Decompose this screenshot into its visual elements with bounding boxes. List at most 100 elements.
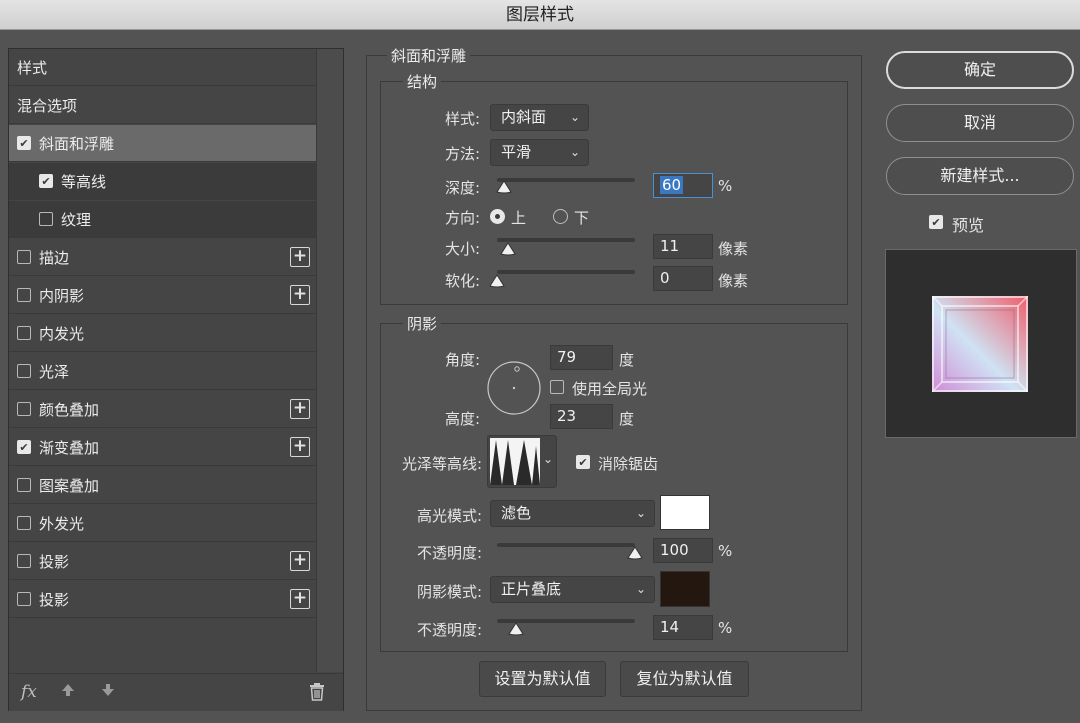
style-list-item[interactable]: 纹理: [9, 201, 316, 238]
soften-label: 软化:: [444, 272, 480, 290]
preview-checkbox[interactable]: ✔: [929, 215, 943, 229]
depth-field[interactable]: 60: [653, 173, 713, 198]
style-list-item[interactable]: 光泽: [9, 353, 316, 390]
cancel-button[interactable]: 取消: [886, 104, 1074, 142]
style-checkbox[interactable]: [17, 288, 31, 302]
direction-down-radio[interactable]: [553, 209, 568, 224]
fx-button[interactable]: fx: [21, 682, 37, 702]
size-label: 大小:: [444, 240, 480, 258]
highlight-mode-select[interactable]: 滤色 ⌄: [490, 500, 655, 527]
soften-slider-track[interactable]: [497, 270, 635, 274]
add-effect-plus-icon[interactable]: +: [290, 589, 310, 609]
style-list-item[interactable]: 图案叠加: [9, 467, 316, 504]
style-list-item[interactable]: 内发光: [9, 315, 316, 352]
make-default-button[interactable]: 设置为默认值: [479, 661, 606, 697]
angle-dial[interactable]: [486, 360, 542, 416]
anti-alias-label: 消除锯齿: [598, 455, 659, 473]
shadow-opacity-field[interactable]: 14: [653, 615, 713, 640]
highlight-opacity-thumb[interactable]: [626, 546, 644, 560]
size-unit: 像素: [718, 240, 749, 258]
global-light-checkbox[interactable]: [550, 380, 564, 394]
chevron-down-icon: ⌄: [569, 110, 580, 124]
style-list-item-label: 投影: [39, 552, 70, 571]
highlight-mode-label: 高光模式:: [416, 507, 482, 525]
highlight-color-swatch[interactable]: [660, 495, 710, 530]
style-checkbox[interactable]: [17, 478, 31, 492]
style-list-item[interactable]: 投影 +: [9, 581, 316, 618]
style-list-scrollbar[interactable]: [316, 49, 343, 672]
shading-title: 阴影: [403, 313, 442, 334]
new-style-button[interactable]: 新建样式...: [886, 157, 1074, 195]
style-checkbox[interactable]: [17, 592, 31, 606]
style-checkbox[interactable]: [17, 402, 31, 416]
depth-slider-track[interactable]: [497, 178, 635, 182]
style-checkbox[interactable]: [17, 250, 31, 264]
ok-button[interactable]: 确定: [886, 51, 1074, 89]
shadow-opacity-value: 14: [660, 618, 680, 636]
soften-slider-thumb[interactable]: [488, 274, 506, 288]
soften-unit: 像素: [718, 272, 749, 290]
style-list-item-label: 等高线: [61, 172, 107, 191]
chevron-down-icon: ⌄: [635, 582, 646, 596]
style-list-item[interactable]: 样式: [9, 49, 316, 86]
style-list-item-label: 投影: [39, 590, 70, 609]
style-list-item[interactable]: ✔ 斜面和浮雕: [9, 125, 316, 162]
altitude-field[interactable]: 23: [550, 404, 613, 429]
arrow-down-icon[interactable]: [100, 682, 116, 703]
shadow-opacity-unit: %: [718, 619, 733, 637]
style-list-item[interactable]: 混合选项: [9, 87, 316, 124]
shadow-color-swatch[interactable]: [660, 571, 710, 607]
size-field[interactable]: 11: [653, 234, 713, 259]
shadow-opacity-thumb[interactable]: [507, 622, 525, 636]
bevel-section-title: 斜面和浮雕: [387, 45, 471, 66]
style-checkbox[interactable]: ✔: [17, 440, 31, 454]
reset-default-button[interactable]: 复位为默认值: [620, 661, 749, 697]
altitude-label: 高度:: [444, 410, 480, 428]
style-list-item[interactable]: ✔ 渐变叠加 +: [9, 429, 316, 466]
style-checkbox[interactable]: ✔: [17, 136, 31, 150]
anti-alias-checkbox[interactable]: ✔: [576, 455, 590, 469]
add-effect-plus-icon[interactable]: +: [290, 437, 310, 457]
arrow-up-icon[interactable]: [60, 682, 76, 703]
highlight-opacity-track[interactable]: [497, 543, 635, 547]
soften-field[interactable]: 0: [653, 266, 713, 291]
technique-value: 平滑: [501, 143, 532, 161]
structure-title: 结构: [403, 71, 442, 92]
bevel-style-select[interactable]: 内斜面 ⌄: [490, 104, 589, 131]
shadow-mode-select[interactable]: 正片叠底 ⌄: [490, 576, 655, 603]
style-list-item[interactable]: 颜色叠加 +: [9, 391, 316, 428]
depth-slider-thumb[interactable]: [495, 180, 513, 194]
direction-up-radio[interactable]: [490, 209, 505, 224]
highlight-mode-value: 滤色: [501, 504, 532, 522]
style-checkbox[interactable]: ✔: [39, 174, 53, 188]
style-list-item[interactable]: 外发光: [9, 505, 316, 542]
contour-preview-icon: [490, 438, 540, 485]
shadow-mode-value: 正片叠底: [501, 580, 562, 598]
style-list-item[interactable]: ✔ 等高线: [9, 163, 316, 200]
size-slider-thumb[interactable]: [499, 242, 517, 256]
style-list-item[interactable]: 内阴影 +: [9, 277, 316, 314]
direction-label: 方向:: [444, 209, 480, 227]
style-checkbox[interactable]: [17, 516, 31, 530]
dialog-title-bar: 图层样式: [0, 0, 1080, 30]
chevron-down-icon: ⌄: [635, 506, 646, 520]
gloss-contour-picker[interactable]: ⌄: [487, 435, 557, 488]
angle-field[interactable]: 79: [550, 345, 613, 370]
add-effect-plus-icon[interactable]: +: [290, 247, 310, 267]
depth-label: 深度:: [444, 179, 480, 197]
global-light-label: 使用全局光: [572, 380, 648, 398]
add-effect-plus-icon[interactable]: +: [290, 399, 310, 419]
size-slider-track[interactable]: [497, 238, 635, 242]
style-checkbox[interactable]: [39, 212, 53, 226]
style-list-item[interactable]: 投影 +: [9, 543, 316, 580]
add-effect-plus-icon[interactable]: +: [290, 551, 310, 571]
style-checkbox[interactable]: [17, 326, 31, 340]
technique-select[interactable]: 平滑 ⌄: [490, 139, 589, 166]
highlight-opacity-label: 不透明度:: [416, 544, 482, 562]
trash-icon[interactable]: [308, 682, 326, 706]
style-checkbox[interactable]: [17, 364, 31, 378]
style-checkbox[interactable]: [17, 554, 31, 568]
highlight-opacity-field[interactable]: 100: [653, 538, 713, 563]
style-list-item[interactable]: 描边 +: [9, 239, 316, 276]
add-effect-plus-icon[interactable]: +: [290, 285, 310, 305]
